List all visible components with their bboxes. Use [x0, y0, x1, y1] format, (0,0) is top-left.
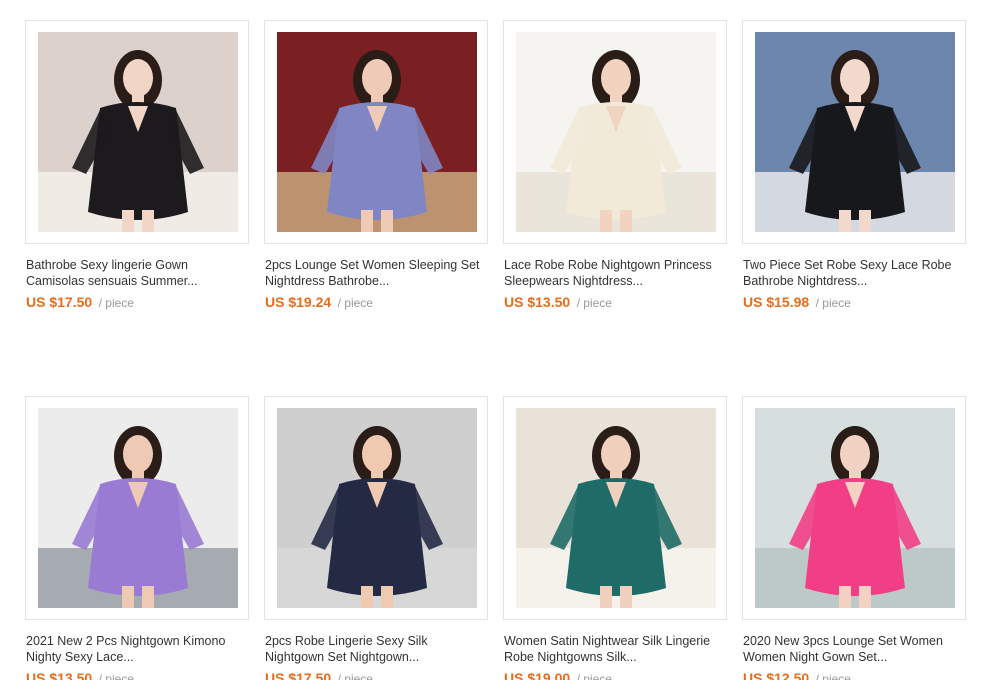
price-row: US $17.50 / piece: [264, 670, 488, 680]
product-image[interactable]: [755, 32, 955, 232]
price-unit: / piece: [815, 672, 851, 680]
price-row: US $13.50 / piece: [503, 294, 727, 312]
product-title[interactable]: Lace Robe Robe Nightgown Princess Sleepw…: [503, 257, 727, 289]
product-title[interactable]: Women Satin Nightwear Silk Lingerie Robe…: [503, 633, 727, 665]
product-image-frame[interactable]: [503, 396, 727, 620]
product-price: US $13.50: [504, 294, 571, 310]
product-price: US $13.50: [26, 670, 93, 680]
price-row: US $19.24 / piece: [264, 294, 488, 312]
price-unit: / piece: [576, 296, 612, 310]
product-card[interactable]: 2pcs Robe Lingerie Sexy Silk Nightgown S…: [264, 396, 488, 680]
price-unit: / piece: [98, 296, 134, 310]
price-row: US $19.00 / piece: [503, 670, 727, 680]
product-price: US $17.50: [26, 294, 93, 310]
product-image-frame[interactable]: [264, 396, 488, 620]
product-image[interactable]: [516, 408, 716, 608]
product-photo: [38, 32, 238, 232]
product-photo: [277, 408, 477, 608]
product-title[interactable]: 2pcs Lounge Set Women Sleeping Set Night…: [264, 257, 488, 289]
product-image[interactable]: [277, 32, 477, 232]
product-title[interactable]: Bathrobe Sexy lingerie Gown Camisolas se…: [25, 257, 249, 289]
price-row: US $15.98 / piece: [742, 294, 966, 312]
product-title[interactable]: Two Piece Set Robe Sexy Lace Robe Bathro…: [742, 257, 966, 289]
product-card[interactable]: 2pcs Lounge Set Women Sleeping Set Night…: [264, 20, 488, 312]
product-title[interactable]: 2021 New 2 Pcs Nightgown Kimono Nighty S…: [25, 633, 249, 665]
product-price: US $15.98: [743, 294, 810, 310]
product-card[interactable]: Bathrobe Sexy lingerie Gown Camisolas se…: [25, 20, 249, 312]
product-card[interactable]: 2021 New 2 Pcs Nightgown Kimono Nighty S…: [25, 396, 249, 680]
price-row: US $12.50 / piece: [742, 670, 966, 680]
product-image-frame[interactable]: [742, 396, 966, 620]
product-price: US $19.00: [504, 670, 571, 680]
price-unit: / piece: [576, 672, 612, 680]
product-photo: [277, 32, 477, 232]
price-row: US $17.50 / piece: [25, 294, 249, 312]
product-image-frame[interactable]: [25, 20, 249, 244]
product-card[interactable]: 2020 New 3pcs Lounge Set Women Women Nig…: [742, 396, 966, 680]
product-image[interactable]: [516, 32, 716, 232]
price-unit: / piece: [815, 296, 851, 310]
product-image[interactable]: [38, 408, 238, 608]
product-card[interactable]: Lace Robe Robe Nightgown Princess Sleepw…: [503, 20, 727, 312]
product-title[interactable]: 2pcs Robe Lingerie Sexy Silk Nightgown S…: [264, 633, 488, 665]
product-photo: [755, 408, 955, 608]
product-photo: [516, 32, 716, 232]
product-price: US $19.24: [265, 294, 332, 310]
price-unit: / piece: [337, 296, 373, 310]
product-image-frame[interactable]: [25, 396, 249, 620]
price-unit: / piece: [337, 672, 373, 680]
product-image-frame[interactable]: [264, 20, 488, 244]
product-title[interactable]: 2020 New 3pcs Lounge Set Women Women Nig…: [742, 633, 966, 665]
price-unit: / piece: [98, 672, 134, 680]
product-image[interactable]: [277, 408, 477, 608]
product-photo: [755, 32, 955, 232]
product-card[interactable]: Women Satin Nightwear Silk Lingerie Robe…: [503, 396, 727, 680]
product-price: US $17.50: [265, 670, 332, 680]
product-grid: Bathrobe Sexy lingerie Gown Camisolas se…: [0, 0, 981, 680]
product-card[interactable]: Two Piece Set Robe Sexy Lace Robe Bathro…: [742, 20, 966, 312]
product-photo: [516, 408, 716, 608]
product-image-frame[interactable]: [742, 20, 966, 244]
product-image[interactable]: [755, 408, 955, 608]
product-image[interactable]: [38, 32, 238, 232]
product-image-frame[interactable]: [503, 20, 727, 244]
product-photo: [38, 408, 238, 608]
product-price: US $12.50: [743, 670, 810, 680]
price-row: US $13.50 / piece: [25, 670, 249, 680]
